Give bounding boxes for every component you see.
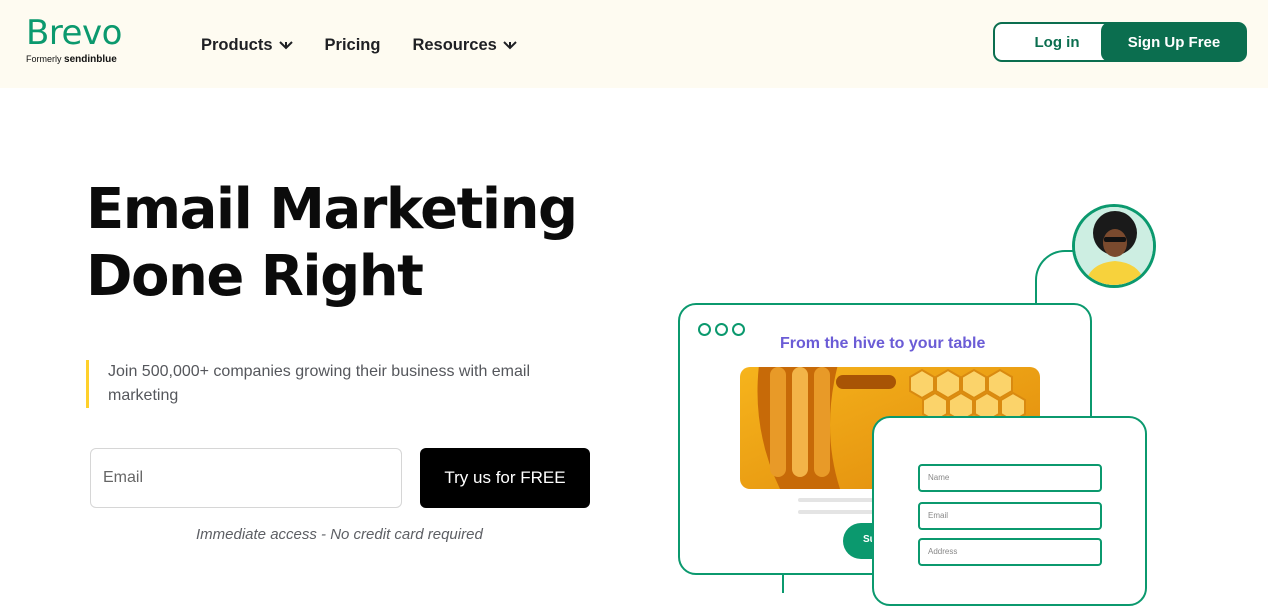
avatar-portrait: [1075, 207, 1153, 285]
window-dot-icon: [732, 323, 745, 336]
avatar: [1072, 204, 1156, 288]
nav-item-label: Pricing: [324, 35, 381, 54]
site-header: Brevo Formerly sendinblue Products Prici…: [0, 0, 1268, 88]
hero-title-line2: Done Right: [86, 244, 424, 309]
nav-item-pricing[interactable]: Pricing: [325, 34, 381, 56]
chevron-down-icon: [278, 41, 293, 50]
hero-title-line1: Email Marketing: [86, 177, 578, 242]
window-dot-icon: [698, 323, 711, 336]
logo-formerly-name: sendinblue: [64, 54, 117, 65]
hero-subtitle: Join 500,000+ companies growing their bu…: [86, 360, 586, 408]
chevron-down-icon: [503, 41, 517, 50]
try-free-button[interactable]: Try us for FREE: [420, 448, 590, 508]
nav-item-products[interactable]: Products: [201, 34, 293, 56]
brevo-logo[interactable]: Brevo Formerly sendinblue: [26, 14, 122, 65]
logo-formerly-prefix: Formerly: [26, 54, 62, 64]
access-note: Immediate access - No credit card requir…: [196, 526, 483, 543]
nav-item-resources[interactable]: Resources: [412, 34, 517, 56]
window-dots: [698, 323, 745, 336]
email-field: Email: [918, 502, 1102, 530]
address-field: Address: [918, 538, 1102, 566]
name-field: Name: [918, 464, 1102, 492]
connector-stem: [782, 573, 784, 593]
window-dot-icon: [715, 323, 728, 336]
nav-item-label: Resources: [412, 35, 497, 54]
logo-wordmark: Brevo: [26, 13, 122, 53]
email-input[interactable]: [90, 448, 402, 508]
hero-title: Email Marketing Done Right: [86, 176, 606, 310]
person-illustration: [1075, 207, 1153, 285]
email-preview-title: From the hive to your table: [780, 335, 986, 352]
signup-button[interactable]: Sign Up Free: [1101, 22, 1247, 62]
nav-item-label: Products: [201, 35, 273, 54]
main-nav: Products Pricing Resources: [201, 34, 549, 56]
logo-formerly: Formerly sendinblue: [26, 54, 122, 65]
signup-form-card: Name Email Address: [872, 416, 1147, 606]
